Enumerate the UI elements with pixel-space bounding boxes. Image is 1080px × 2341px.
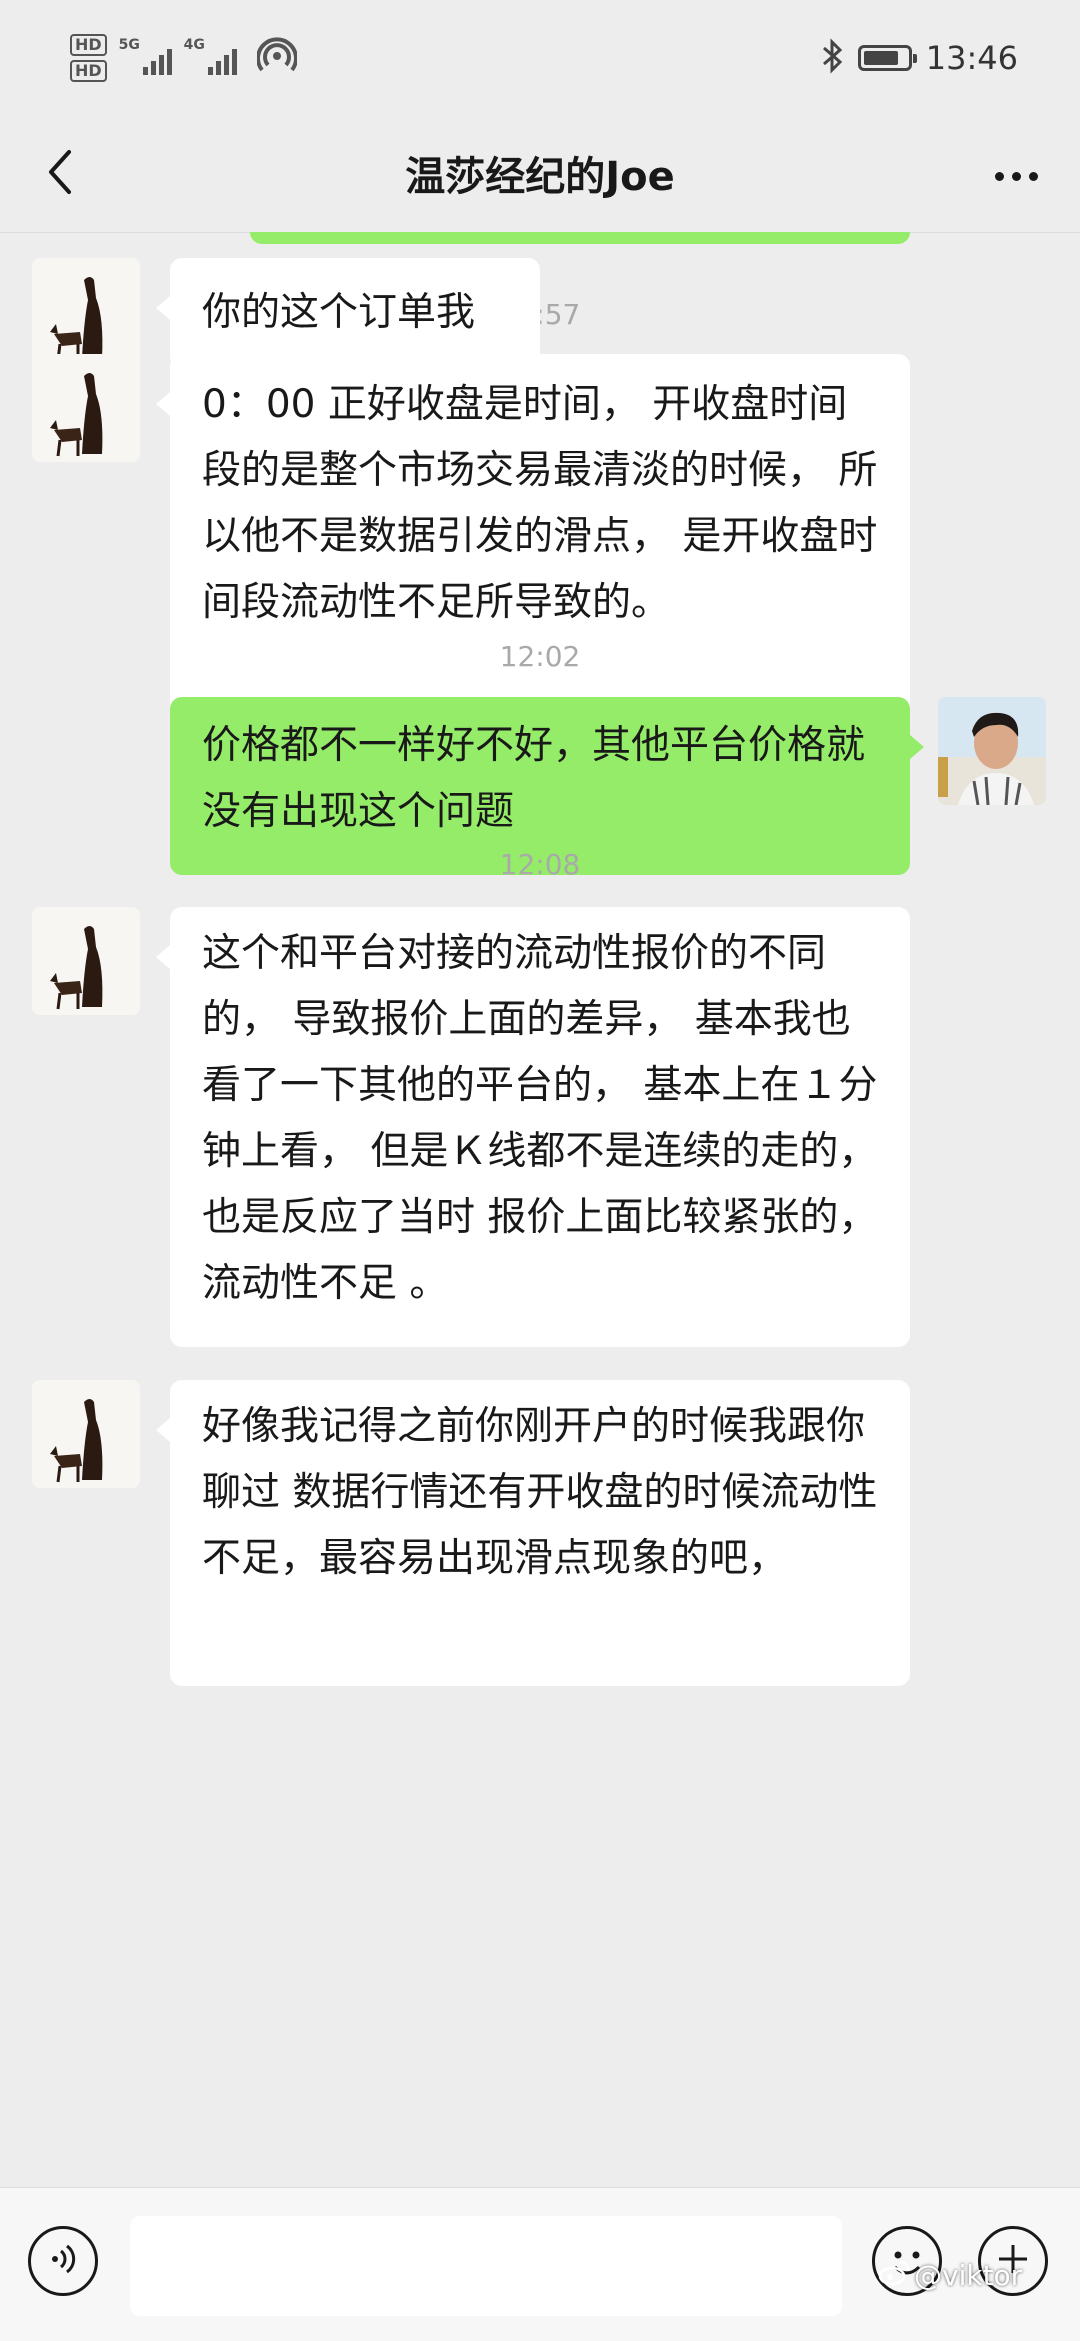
- chat-title: 温莎经纪的Joe: [405, 154, 675, 200]
- hotspot-icon: [255, 36, 298, 80]
- battery-level: [863, 51, 898, 65]
- incoming-message-bubble[interactable]: 好像我记得之前你刚开户的时候我跟你聊过 数据行情还有开收盘的时候流动性不足，最容…: [156, 1380, 910, 1686]
- message-list[interactable]: 10:57 你的这个订单我看到了， 0：00 正好: [0, 232, 1080, 2187]
- message-input[interactable]: [130, 2216, 842, 2316]
- voice-input-button[interactable]: [28, 2226, 98, 2296]
- user-avatar[interactable]: [938, 697, 1046, 805]
- net-label-4g: 4G: [183, 37, 205, 53]
- contact-avatar[interactable]: [32, 354, 140, 462]
- watermark-text: @viktor: [914, 2259, 1023, 2292]
- status-right: 13:46: [820, 38, 1018, 78]
- hd-indicators: HD HD: [70, 34, 107, 82]
- contact-avatar[interactable]: [32, 1380, 140, 1488]
- weibo-logo-icon: [878, 2258, 910, 2293]
- incoming-message-bubble[interactable]: 这个和平台对接的流动性报价的不同的， 导致报价上面的差异， 基本我也看了一下其他…: [156, 907, 910, 1347]
- more-options-icon[interactable]: [986, 146, 1046, 206]
- status-left: HD HD 5G 4G: [70, 34, 298, 82]
- contact-avatar[interactable]: [32, 258, 140, 366]
- hd-badge-1: HD: [70, 34, 107, 56]
- contact-avatar[interactable]: [32, 907, 140, 1015]
- voice-icon: [45, 2241, 81, 2281]
- watermark: @viktor: [878, 2258, 1022, 2293]
- incoming-message-bubble[interactable]: 0：00 正好收盘是时间， 开收盘时间段的是整个市场交易最清淡的时候， 所以他不…: [156, 354, 910, 734]
- cell-signal-5g-icon: 5G: [119, 37, 172, 75]
- bluetooth-icon: [820, 38, 844, 78]
- chat-header: 温莎经纪的Joe: [0, 120, 1080, 233]
- cell-signal-4g-icon: 4G: [184, 37, 237, 75]
- net-label-5g: 5G: [118, 37, 140, 53]
- hd-badge-2: HD: [70, 60, 107, 82]
- status-bar: HD HD 5G 4G 13:46: [0, 0, 1080, 120]
- previous-message-bubble-partial: [250, 232, 910, 244]
- battery-icon: [857, 45, 917, 71]
- incoming-message-bubble[interactable]: 你的这个订单我看到了，: [156, 258, 540, 401]
- clock: 13:46: [925, 39, 1018, 77]
- timestamp: 12:02: [499, 640, 581, 673]
- timestamp: 12:08: [499, 848, 581, 881]
